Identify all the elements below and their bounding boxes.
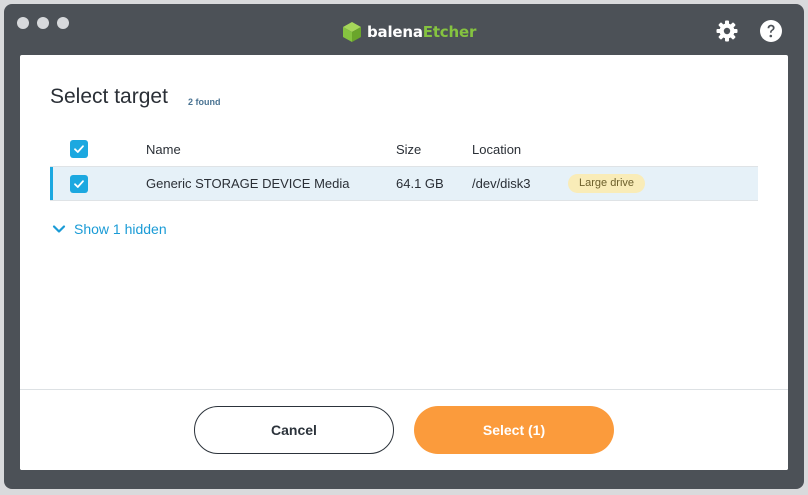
- cancel-button[interactable]: Cancel: [194, 406, 394, 454]
- check-icon: [74, 179, 84, 188]
- drive-checkbox[interactable]: [70, 174, 88, 193]
- window-minimize-button[interactable]: [37, 17, 49, 29]
- app-window: balenaEtcher Select target 2 found Name …: [4, 4, 804, 489]
- found-count: 2 found: [188, 97, 221, 107]
- drive-location: /dev/disk3: [472, 176, 531, 191]
- settings-gear-icon[interactable]: [715, 19, 739, 43]
- select-button[interactable]: Select (1): [414, 406, 614, 454]
- app-brand: balenaEtcher: [342, 20, 476, 44]
- table-header: Name Size Location: [50, 132, 758, 167]
- modal-title: Select target: [50, 85, 168, 108]
- select-target-modal: Select target 2 found Name Size Location: [20, 55, 788, 470]
- show-hidden-toggle[interactable]: Show 1 hidden: [52, 221, 167, 237]
- titlebar: balenaEtcher: [4, 4, 804, 56]
- column-header-size[interactable]: Size: [396, 142, 421, 157]
- window-maximize-button[interactable]: [57, 17, 69, 29]
- drive-table: Name Size Location Generic STORAGE DEVIC…: [50, 132, 758, 201]
- app-name-prefix: balena: [367, 23, 423, 41]
- app-name: balenaEtcher: [367, 23, 476, 41]
- check-icon: [74, 145, 84, 153]
- table-row[interactable]: Generic STORAGE DEVICE Media 64.1 GB /de…: [50, 167, 758, 201]
- column-header-name[interactable]: Name: [146, 142, 181, 157]
- show-hidden-label: Show 1 hidden: [74, 221, 167, 237]
- drive-size: 64.1 GB: [396, 176, 444, 191]
- balena-cube-logo-icon: [342, 21, 362, 43]
- modal-footer: Cancel Select (1): [20, 389, 788, 470]
- large-drive-badge: Large drive: [568, 174, 646, 193]
- app-name-suffix: Etcher: [422, 23, 477, 41]
- help-question-icon[interactable]: [759, 19, 783, 43]
- select-all-checkbox[interactable]: [70, 140, 88, 158]
- chevron-down-icon: [52, 225, 66, 233]
- window-close-button[interactable]: [17, 17, 29, 29]
- drive-name: Generic STORAGE DEVICE Media: [146, 176, 350, 191]
- column-header-location[interactable]: Location: [472, 142, 521, 157]
